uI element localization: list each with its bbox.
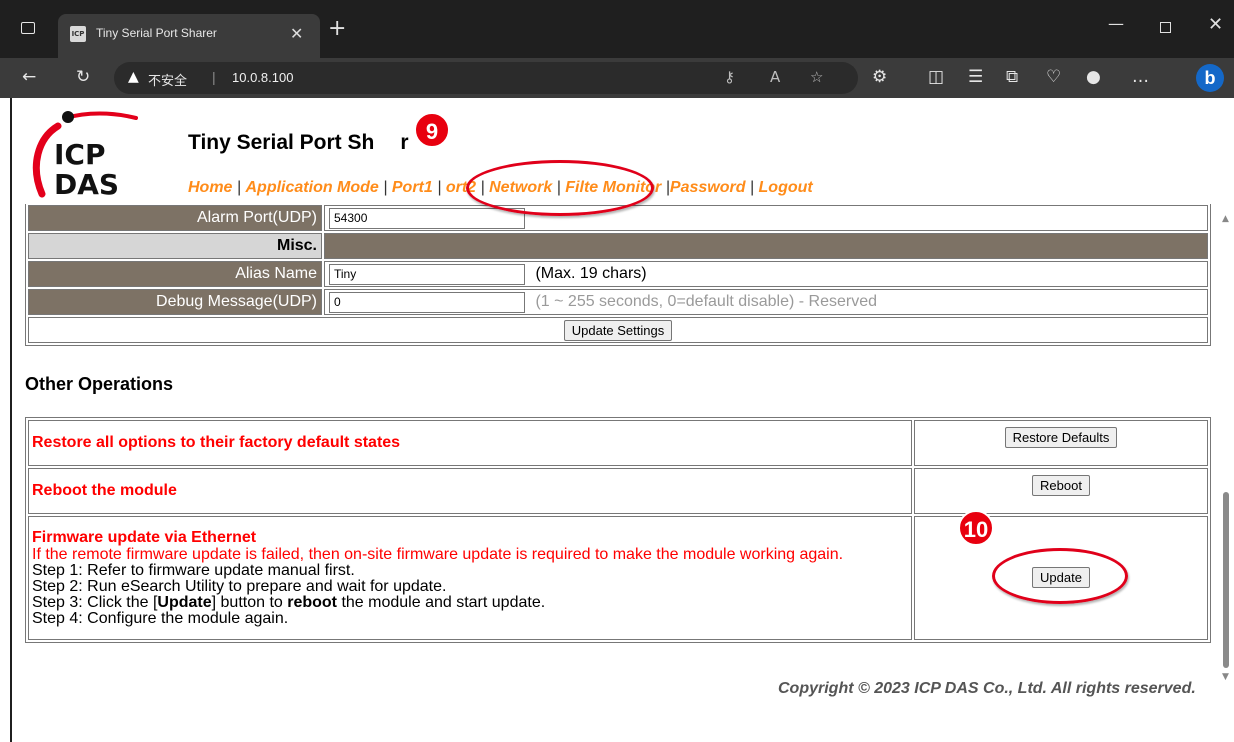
scroll-down-icon[interactable]: ▼ [1222, 672, 1229, 682]
alarm-port-cell [324, 205, 1208, 231]
restore-description: Restore all options to their factory def… [28, 420, 912, 466]
url-text: 10.0.8.100 [232, 70, 294, 85]
performance-icon[interactable]: ♡ [1046, 67, 1061, 87]
firmware-step-2: Step 2: Run eSearch Utility to prepare a… [32, 578, 447, 595]
split-screen-icon[interactable]: ◫ [928, 67, 944, 87]
update-settings-button[interactable]: Update Settings [563, 319, 673, 341]
nav-separator: | [745, 179, 759, 196]
maximize-icon[interactable] [1160, 22, 1171, 33]
favicon-icon: ICP [70, 26, 86, 42]
restore-defaults-button[interactable]: Restore Defaults [1004, 427, 1118, 448]
update-settings-cell: Update Settings [28, 317, 1208, 343]
alias-name-cell: (Max. 19 chars) [324, 261, 1208, 287]
debug-message-note: (1 ~ 255 seconds, 0=default disable) - R… [535, 293, 877, 310]
nav-separator: | [232, 179, 246, 196]
annotation-badge-10: 10 [958, 510, 994, 546]
step3-reboot-word: reboot [287, 594, 338, 611]
page-content: Alarm Port(UDP) Misc. Alias Name (Max. 1… [12, 204, 1212, 742]
reboot-button[interactable]: Reboot [1032, 475, 1090, 496]
firmware-warning: If the remote firmware update is failed,… [32, 546, 844, 563]
nav-application-mode[interactable]: Application Mode [246, 179, 379, 196]
firmware-description: Firmware update via Ethernet If the remo… [28, 516, 912, 640]
copyright-text: Copyright © 2023 ICP DAS Co., Ltd. All r… [778, 680, 1196, 697]
settings-table: Alarm Port(UDP) Misc. Alias Name (Max. 1… [25, 204, 1211, 346]
insecure-label: 不安全 [148, 74, 188, 89]
key-icon[interactable]: ⚷ [724, 68, 735, 86]
profile-icon[interactable]: ● [1086, 67, 1101, 87]
read-aloud-icon[interactable]: A [770, 68, 780, 86]
site-title-tail: r [400, 131, 409, 154]
address-bar[interactable]: ▲ 不安全 | 10.0.8.100 ⚷ A ☆ [114, 62, 858, 94]
table-row: Alias Name (Max. 19 chars) [28, 261, 1208, 287]
bing-icon[interactable]: b [1196, 64, 1224, 92]
table-row: Update Settings [28, 317, 1208, 343]
nav-password[interactable]: Password [670, 179, 746, 196]
tab-title: Tiny Serial Port Sharer [96, 26, 217, 40]
browser-tab[interactable]: ICP Tiny Serial Port Sharer ✕ [58, 14, 320, 58]
step3-part-e: the module and start update. [337, 594, 546, 611]
misc-section-fill [324, 233, 1208, 259]
logo-text-top: ICP [54, 138, 106, 171]
nav-separator: | [378, 179, 392, 196]
tab-list-icon[interactable] [14, 14, 42, 42]
annotation-badge-9: 9 [414, 112, 450, 148]
step3-part-c: ] button to [211, 594, 288, 611]
collections-icon[interactable]: ⧉ [1006, 67, 1018, 87]
other-operations-title: Other Operations [25, 374, 174, 394]
alarm-port-label: Alarm Port(UDP) [28, 205, 322, 231]
firmware-step-3: Step 3: Click the [Update] button to reb… [32, 595, 908, 611]
page-scrollbar[interactable]: ▲ ▼ [1220, 204, 1232, 742]
star-icon[interactable]: ☆ [810, 68, 823, 86]
step3-part-a: Step 3: Click the [ [32, 594, 158, 611]
debug-message-input[interactable] [329, 291, 525, 313]
site-title: Tiny Serial Port Sh r [188, 131, 409, 155]
minimize-icon[interactable]: — [1108, 14, 1124, 33]
close-icon[interactable]: ✕ [290, 24, 303, 43]
reboot-button-cell: Reboot [914, 468, 1208, 514]
favorites-icon[interactable]: ☰ [968, 67, 983, 87]
firmware-step-1: Step 1: Refer to firmware update manual … [32, 562, 355, 579]
alias-name-label: Alias Name [28, 261, 322, 287]
page-viewport: ICP DAS Tiny Serial Port Sh r Home | Appl… [10, 98, 1234, 742]
table-row: Debug Message(UDP) (1 ~ 255 seconds, 0=d… [28, 289, 1208, 315]
plus-icon[interactable]: + [328, 18, 346, 40]
misc-section-label: Misc. [28, 233, 322, 259]
alias-name-note: (Max. 19 chars) [535, 265, 647, 282]
reboot-description: Reboot the module [28, 468, 912, 514]
extensions-icon[interactable]: ⚙ [872, 67, 887, 87]
scroll-up-icon[interactable]: ▲ [1222, 214, 1229, 224]
more-icon[interactable]: … [1132, 67, 1149, 87]
nav-separator: | [661, 179, 670, 196]
annotation-ring-update [992, 548, 1128, 604]
alias-name-input[interactable] [329, 263, 525, 285]
restore-button-cell: Restore Defaults [914, 420, 1208, 466]
nav-logout[interactable]: Logout [759, 179, 813, 196]
scrollbar-thumb[interactable] [1223, 492, 1229, 668]
site-title-main: Tiny Serial Port Sh [188, 131, 375, 154]
address-separator: | [212, 69, 216, 85]
table-row: Misc. [28, 233, 1208, 259]
logo-text-bottom: DAS [54, 168, 119, 201]
alarm-port-input[interactable] [329, 207, 525, 229]
step3-update-word: Update [157, 594, 212, 611]
debug-message-label: Debug Message(UDP) [28, 289, 322, 315]
warning-icon: ▲ [128, 69, 139, 85]
annotation-ring-network [466, 160, 654, 216]
nav-separator: | [432, 179, 446, 196]
window-close-icon[interactable]: ✕ [1208, 14, 1223, 35]
icpdas-logo: ICP DAS [32, 111, 138, 201]
firmware-title: Firmware update via Ethernet [32, 529, 257, 546]
table-row: Restore all options to their factory def… [28, 420, 1208, 466]
refresh-icon[interactable]: ↻ [76, 67, 90, 87]
operations-table: Restore all options to their factory def… [25, 417, 1211, 643]
debug-message-cell: (1 ~ 255 seconds, 0=default disable) - R… [324, 289, 1208, 315]
nav-port1[interactable]: Port1 [392, 179, 433, 196]
firmware-step-4: Step 4: Configure the module again. [32, 610, 289, 627]
browser-toolbar: ← ↻ ▲ 不安全 | 10.0.8.100 ⚷ A ☆ ⚙ ◫ ☰ ⧉ ♡ ●… [0, 58, 1234, 98]
table-row: Reboot the module Reboot [28, 468, 1208, 514]
back-icon[interactable]: ← [22, 67, 36, 87]
browser-titlebar: ICP Tiny Serial Port Sharer ✕ + — ✕ [0, 0, 1234, 58]
nav-home[interactable]: Home [188, 179, 232, 196]
